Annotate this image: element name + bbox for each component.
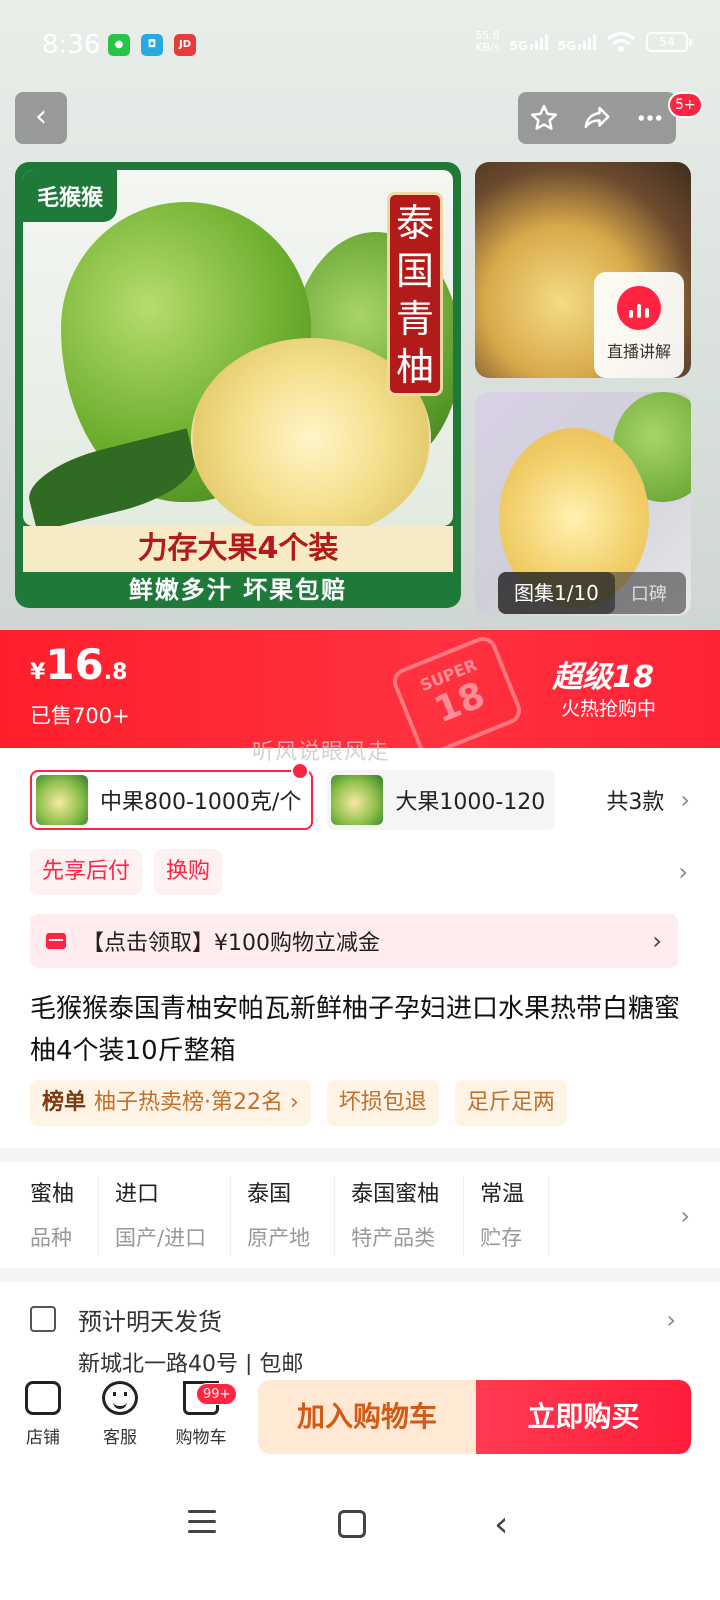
- main-product-image[interactable]: 毛猴猴 泰国青柚 力存大果4个装 鲜嫩多汁 坏果包赔: [15, 162, 461, 608]
- pay-later-tag: 先享后付: [30, 849, 143, 895]
- exchange-tag: 换购: [154, 849, 223, 895]
- chevron-right-icon[interactable]: ›: [680, 1202, 690, 1230]
- variant-selector: 中果800-1000克/个 大果1000-120 共3款 ›: [30, 762, 690, 830]
- signal-2: 5G: [558, 32, 596, 53]
- live-icon: [617, 286, 661, 330]
- service-tags[interactable]: 先享后付 换购 ›: [30, 848, 690, 896]
- wechat-icon: ●: [108, 34, 130, 56]
- super-stamp: SUPER 18: [388, 632, 526, 748]
- variant-hot-dot: [291, 762, 310, 780]
- variant-label: 大果1000-120: [395, 790, 546, 815]
- reviews-label[interactable]: 口碑: [615, 580, 667, 606]
- section-divider: [0, 1148, 720, 1162]
- status-bar: 8:36 ● ◘ JD 55.8 KB/s 5G 5G 54: [0, 0, 720, 90]
- battery-icon: 54: [646, 32, 692, 52]
- wifi-icon: [607, 32, 635, 52]
- shipping-address: 新城北一路40号 | 包邮: [78, 1352, 304, 1377]
- badges-row: 榜单 柚子热卖榜·第22名 › 坏损包退 足斤足两: [30, 1080, 583, 1126]
- shipping-row[interactable]: 预计明天发货 新城北一路40号 | 包邮 ›: [30, 1302, 690, 1382]
- variant-option-medium[interactable]: 中果800-1000克/个: [30, 762, 314, 830]
- section-divider: [0, 1268, 720, 1282]
- attribute-item: 泰国 原产地: [247, 1176, 336, 1256]
- price-bar: ¥16.8 已售700+ SUPER 18 超级18 火热抢购中: [0, 630, 720, 748]
- brand-tag: 毛猴猴: [23, 170, 118, 222]
- variant-option-large[interactable]: 大果1000-120: [327, 770, 556, 830]
- coupon-banner[interactable]: 【点击领取】¥100购物立减金 ›: [30, 914, 678, 968]
- gallery-count-label: 图集1/10: [498, 572, 615, 614]
- price: ¥16.8: [30, 640, 128, 689]
- chevron-right-icon: ›: [680, 786, 690, 814]
- service-button[interactable]: 客服: [85, 1381, 155, 1448]
- variant-label: 中果800-1000克/个: [100, 790, 302, 815]
- network-speed: 55.8 KB/s: [475, 29, 500, 54]
- title-tag: 泰国青柚: [387, 192, 443, 396]
- guarantee-return-badge: 坏损包退: [326, 1080, 439, 1126]
- add-to-cart-button[interactable]: 加入购物车: [258, 1380, 476, 1454]
- store-button[interactable]: 店铺: [8, 1381, 78, 1448]
- back-nav-icon[interactable]: ‹: [494, 1504, 508, 1545]
- attribute-list[interactable]: 蜜柚 品种 进口 国产/进口 泰国 原产地 泰国蜜柚 特产品类 常温 贮存: [30, 1176, 720, 1256]
- variant-total[interactable]: 共3款 ›: [596, 770, 690, 830]
- attribute-item: 常温 贮存: [480, 1176, 550, 1256]
- favorite-star-icon[interactable]: [524, 98, 564, 138]
- app-icon: ◘: [141, 34, 163, 56]
- menu-icon[interactable]: [188, 1510, 216, 1540]
- attribute-item: 泰国蜜柚 特产品类: [351, 1176, 465, 1256]
- top-action-group: [518, 92, 676, 144]
- truck-icon: [30, 1306, 56, 1332]
- banner-line-2: 鲜嫩多汁 坏果包赔: [128, 576, 348, 604]
- guarantee-weight-badge: 足斤足两: [454, 1080, 567, 1126]
- live-label: 直播讲解: [606, 342, 671, 361]
- variant-thumbnail: [36, 775, 88, 825]
- share-icon[interactable]: [577, 98, 617, 138]
- shipping-title: 预计明天发货: [78, 1308, 222, 1336]
- ranking-badge[interactable]: 榜单 柚子热卖榜·第22名 ›: [30, 1080, 311, 1126]
- bottom-action-bar: 店铺 客服 购物车 99+ 加入购物车 立即购买: [0, 1375, 720, 1465]
- gallery-counter[interactable]: 图集1/10 口碑: [498, 572, 686, 614]
- product-gallery: 8:36 ● ◘ JD 55.8 KB/s 5G 5G 54 ‹ 5+ 毛猴猴 …: [0, 0, 720, 645]
- promo-subtitle: 火热抢购中: [560, 698, 656, 720]
- home-icon[interactable]: [338, 1510, 366, 1538]
- status-time: 8:36: [42, 30, 101, 60]
- chevron-right-icon: ›: [678, 858, 688, 886]
- coupon-text: 【点击领取】¥100购物立减金: [82, 931, 380, 956]
- message-badge: 5+: [668, 92, 703, 118]
- signal-1: 5G: [510, 32, 548, 53]
- promo-title: 超级18: [552, 660, 654, 695]
- sold-count: 已售700+: [30, 704, 130, 728]
- status-indicators: 55.8 KB/s 5G 5G 54: [475, 29, 692, 54]
- main-image-photo: 毛猴猴 泰国青柚: [23, 170, 453, 526]
- back-button[interactable]: ‹: [15, 92, 67, 144]
- chevron-right-icon: ›: [666, 1306, 676, 1334]
- cart-badge: 99+: [196, 1383, 238, 1405]
- service-icon: [102, 1381, 138, 1415]
- store-icon: [25, 1381, 61, 1415]
- buy-now-button[interactable]: 立即购买: [476, 1380, 691, 1454]
- more-icon[interactable]: [630, 98, 670, 138]
- image-banner: 力存大果4个装 鲜嫩多汁 坏果包赔: [23, 526, 453, 604]
- variant-thumbnail: [331, 775, 384, 825]
- watermark-text: 听风说眼风走: [252, 740, 391, 765]
- attribute-item: 蜜柚 品种: [30, 1176, 100, 1256]
- jd-icon: JD: [174, 34, 196, 56]
- system-nav-bar: ‹: [0, 1470, 720, 1600]
- product-title: 毛猴猴泰国青柚安帕瓦新鲜柚子孕妇进口水果热带白糖蜜柚4个装10斤整箱: [30, 994, 681, 1066]
- attribute-item: 进口 国产/进口: [115, 1176, 232, 1256]
- banner-line-1: 力存大果4个装: [23, 526, 453, 572]
- coupon-icon: [46, 933, 66, 949]
- chevron-right-icon: ›: [652, 927, 662, 955]
- live-explain-button[interactable]: 直播讲解: [594, 272, 684, 378]
